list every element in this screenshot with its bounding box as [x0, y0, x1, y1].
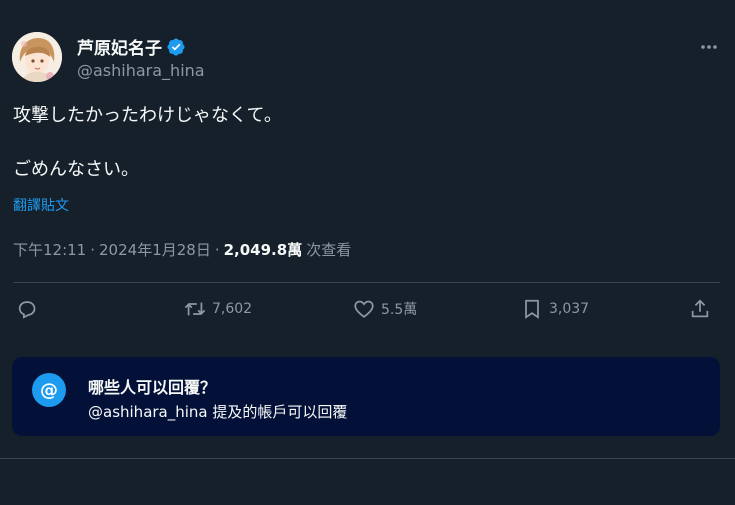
like-button[interactable]: 5.5萬 — [353, 298, 417, 320]
divider — [13, 282, 720, 283]
verified-badge-icon[interactable] — [166, 37, 186, 57]
avatar-illustration — [12, 32, 62, 82]
reply-button[interactable] — [16, 298, 38, 320]
tweet-date[interactable]: 2024年1月28日 — [99, 239, 211, 260]
more-options-icon[interactable] — [699, 37, 719, 57]
reply-icon — [18, 301, 36, 319]
bookmark-button[interactable]: 3,037 — [521, 298, 589, 320]
meta-separator: · — [90, 241, 96, 259]
author-handle[interactable]: @ashihara_hina — [77, 61, 205, 80]
reply-restriction-notice: @ 哪些人可以回覆？ @ashihara_hina 提及的帳戶可以回覆 — [12, 357, 720, 436]
bookmark-count: 3,037 — [549, 301, 590, 317]
translate-post-link[interactable]: 翻譯貼文 — [13, 195, 69, 215]
heart-icon — [354, 300, 374, 318]
tweet-text: 攻撃したかったわけじゃなくて。 ごめんなさい。 — [13, 105, 282, 180]
tweet-time[interactable]: 下午12:11 — [13, 239, 86, 260]
avatar[interactable] — [12, 32, 62, 82]
share-icon — [691, 299, 709, 318]
views-count: 2,049.8萬 — [223, 241, 303, 259]
reply-restriction-title: 哪些人可以回覆？ — [88, 378, 217, 397]
share-button[interactable] — [689, 298, 711, 320]
bookmark-icon — [525, 299, 539, 319]
reply-restriction-description: @ashihara_hina 提及的帳戶可以回覆 — [88, 403, 348, 421]
tweet-meta: 下午12:11 · 2024年1月28日 · 2,049.8萬 次查看 — [13, 239, 351, 260]
like-count: 5.5萬 — [381, 302, 418, 318]
at-mention-icon: @ — [32, 373, 66, 407]
views-label: 次查看 — [306, 241, 352, 259]
author-display-name[interactable]: 芦原妃名子 — [77, 34, 162, 59]
retweet-icon — [184, 302, 206, 316]
retweet-button[interactable]: 7,602 — [184, 298, 252, 320]
retweet-count: 7,602 — [212, 301, 253, 317]
author-name-row: 芦原妃名子 — [77, 34, 186, 59]
action-bar: 7,602 5.5萬 3,037 — [16, 298, 715, 328]
meta-separator: · — [214, 241, 220, 259]
tweet-detail: 芦原妃名子 @ashihara_hina 攻撃したかったわけじゃなくて。 ごめん… — [0, 0, 735, 459]
